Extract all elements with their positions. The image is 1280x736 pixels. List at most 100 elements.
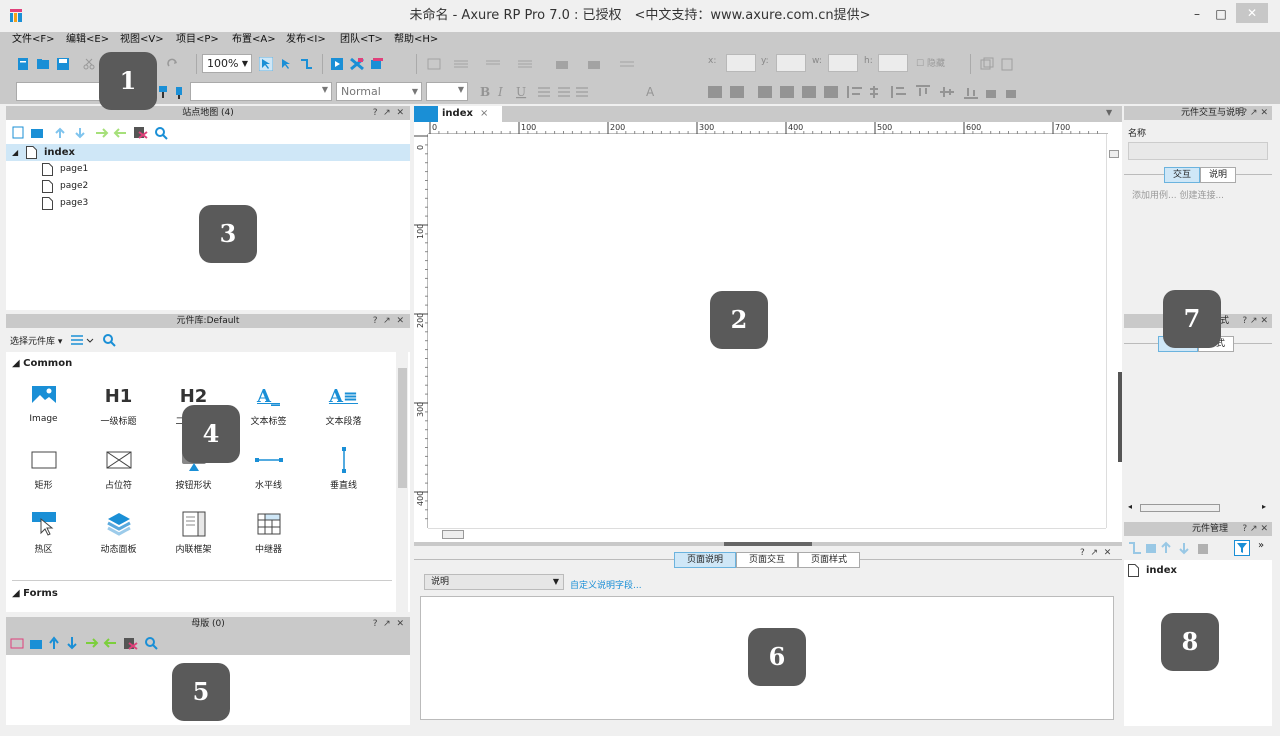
notes-scrollbar[interactable]	[1101, 597, 1113, 719]
svg-text:A: A	[646, 85, 655, 99]
cut-icon[interactable]	[82, 57, 96, 71]
panel-controls[interactable]: ? ↗ ✕	[373, 106, 404, 120]
text-format-tools-disabled: BIU A	[476, 84, 1036, 100]
interaction-hint[interactable]: 添加用例... 创建连接...	[1132, 188, 1224, 201]
widget-vertical-line[interactable]: 垂直线	[306, 446, 381, 491]
panel-controls[interactable]: ? ↗ ✕	[373, 314, 404, 328]
copy-format-icon[interactable]	[980, 57, 994, 71]
masters-panel-header: 母版 (0) ? ↗ ✕	[6, 617, 410, 631]
page-icon	[42, 197, 53, 210]
expand-chevron-icon[interactable]: »	[1258, 540, 1264, 551]
tab-page-style[interactable]: 页面样式	[798, 552, 860, 568]
font-family-select[interactable]: ▼	[190, 82, 332, 101]
tab-page-notes[interactable]: 页面说明	[674, 552, 736, 568]
ruler-label: 0	[432, 123, 437, 132]
save-icon[interactable]	[56, 57, 70, 71]
panel-controls[interactable]: ? ↗ ✕	[1242, 522, 1268, 536]
hidden-checkbox[interactable]: ☐ 隐藏	[916, 56, 945, 69]
menu-file[interactable]: 文件<F>	[12, 32, 55, 48]
splitter-handle[interactable]	[1118, 372, 1122, 462]
properties-scrollbar-horizontal[interactable]: ◂ ▸	[1124, 502, 1272, 514]
widget-horizontal-line[interactable]: 水平线	[231, 446, 306, 491]
new-file-icon[interactable]	[16, 57, 30, 71]
widget-repeater[interactable]: 中继器	[231, 510, 306, 555]
select-intersect-icon[interactable]	[259, 57, 273, 71]
widget-text-label[interactable]: A_ 文本标签	[231, 382, 306, 428]
text-label-icon-glyph: A_	[257, 385, 280, 407]
menu-publish[interactable]: 发布<I>	[286, 32, 326, 48]
tab-interactions[interactable]: 交互	[1164, 167, 1200, 183]
format-painter-icon[interactable]	[156, 85, 170, 99]
tree-row-page2[interactable]: page2	[6, 178, 410, 195]
canvas-area[interactable]: 0 100 200 300 400 500 600 700 0 100 200 300 400	[414, 122, 1122, 542]
close-button[interactable]: ✕	[1236, 3, 1268, 23]
paste-format-icon[interactable]	[1000, 57, 1014, 71]
custom-fields-link[interactable]: 自定义说明字段...	[570, 578, 642, 591]
panel-controls[interactable]: ? ↗ ✕	[1242, 106, 1268, 120]
preview-icon[interactable]	[330, 57, 344, 71]
search-icon[interactable]	[102, 333, 116, 347]
section-forms[interactable]: ◢ Forms	[12, 588, 58, 599]
tree-row-page1[interactable]: page1	[6, 161, 410, 178]
widget-image[interactable]: Image	[6, 382, 81, 424]
canvas-scrollbar-vertical[interactable]	[1106, 134, 1119, 528]
menu-help[interactable]: 帮助<H>	[394, 32, 438, 48]
tab-notes[interactable]: 说明	[1200, 167, 1236, 183]
panel-controls[interactable]: ? ↗ ✕	[373, 617, 404, 631]
style-select[interactable]: Normal ▼	[336, 82, 422, 101]
widget-properties-panel: 样式 ◂ ▸	[1124, 328, 1272, 516]
redo-icon[interactable]	[166, 57, 180, 71]
y-input[interactable]	[776, 54, 806, 72]
image-icon	[6, 382, 81, 410]
menu-team[interactable]: 团队<T>	[340, 32, 383, 48]
widget-manager-item[interactable]: index	[1124, 562, 1272, 579]
library-scrollbar[interactable]	[396, 352, 408, 612]
widget-rectangle[interactable]: 矩形	[6, 446, 81, 491]
select-contain-icon[interactable]	[279, 57, 293, 71]
font-size-select[interactable]: ▼	[426, 82, 468, 101]
panel-controls[interactable]: ? ↗ ✕	[1080, 548, 1111, 558]
scroll-thumb[interactable]	[398, 368, 407, 488]
publish-icon[interactable]	[370, 57, 384, 71]
toolbar-separator	[196, 54, 197, 74]
panel-controls[interactable]: ? ↗ ✕	[1242, 314, 1268, 328]
filter-button[interactable]	[1234, 540, 1250, 556]
menu-arrange[interactable]: 布置<A>	[232, 32, 276, 48]
widget-inline-frame[interactable]: 内联框架	[156, 510, 231, 555]
canvas-tab-index[interactable]: index ×	[438, 106, 502, 122]
scroll-thumb[interactable]	[1140, 504, 1220, 512]
maximize-button[interactable]: □	[1206, 5, 1236, 23]
widget-label: 占位符	[104, 481, 132, 491]
tab-page-interactions[interactable]: 页面交互	[736, 552, 798, 568]
tree-row-index[interactable]: ◢ index	[6, 144, 410, 161]
share-icon[interactable]	[350, 57, 364, 71]
menu-view[interactable]: 视图<V>	[120, 32, 164, 48]
widget-hotspot[interactable]: 热区	[6, 510, 81, 555]
section-common[interactable]: ◢ Common	[12, 358, 72, 369]
widget-dynamic-panel[interactable]: 动态面板	[81, 510, 156, 555]
connector-icon[interactable]	[299, 57, 313, 71]
w-input[interactable]	[828, 54, 858, 72]
widget-text-paragraph[interactable]: A≡ 文本段落	[306, 382, 381, 428]
x-input[interactable]	[726, 54, 756, 72]
notes-field-select[interactable]: 说明 ▼	[424, 574, 564, 590]
canvas-scrollbar-horizontal[interactable]	[428, 528, 1106, 540]
tab-list-chevron-icon[interactable]: ▼	[1106, 108, 1112, 117]
widget-h1[interactable]: H1 一级标题	[81, 382, 156, 428]
library-menu-icon[interactable]	[70, 334, 96, 346]
menu-project[interactable]: 项目<P>	[176, 32, 219, 48]
masters-toolbar	[6, 631, 410, 655]
widget-name-field[interactable]	[1128, 142, 1268, 160]
open-folder-icon[interactable]	[36, 57, 50, 71]
close-tab-icon[interactable]: ×	[480, 106, 488, 122]
scroll-thumb[interactable]	[442, 530, 464, 539]
h-input[interactable]	[878, 54, 908, 72]
brush-icon[interactable]	[172, 85, 186, 99]
expand-toggle-icon[interactable]: ◢	[12, 144, 18, 161]
zoom-select[interactable]: 100% ▼	[202, 54, 252, 73]
menu-edit[interactable]: 编辑<E>	[66, 32, 109, 48]
widget-placeholder[interactable]: 占位符	[81, 446, 156, 491]
select-library-dropdown[interactable]: 选择元件库 ▾	[10, 334, 62, 347]
scroll-thumb[interactable]	[1109, 150, 1119, 158]
widget-label: 内联框架	[175, 545, 212, 555]
